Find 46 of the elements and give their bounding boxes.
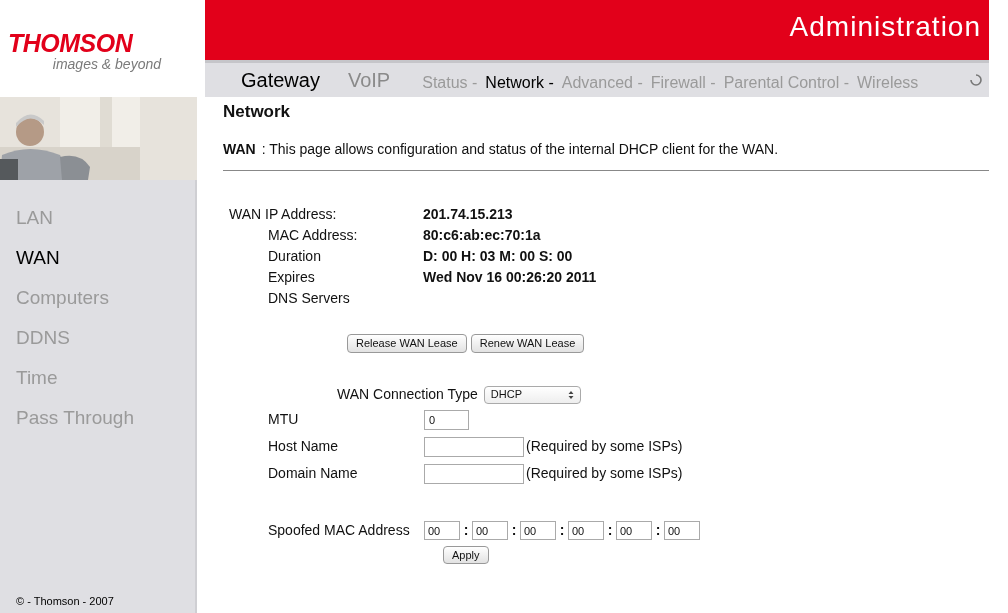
connection-type-select[interactable]: DHCP bbox=[483, 385, 581, 404]
logo-wordmark: THOMSON bbox=[8, 29, 133, 56]
separator-text: : bbox=[462, 521, 470, 540]
status-value: D: 00 H: 03 M: 00 S: 00 bbox=[423, 247, 573, 266]
mac-part-field[interactable]: 00 bbox=[664, 521, 700, 540]
field-note: (Required by some ISPs) bbox=[526, 437, 683, 456]
lease-button[interactable]: Renew WAN Lease bbox=[470, 334, 585, 353]
status-value: 80:c6:ab:ec:70:1a bbox=[423, 226, 541, 245]
status-label: Expires bbox=[267, 268, 316, 287]
separator-text: : bbox=[654, 521, 662, 540]
field-label: WAN Connection Type bbox=[337, 385, 478, 404]
separator-text: : bbox=[510, 521, 518, 540]
mac-part-field[interactable]: 00 bbox=[616, 521, 652, 540]
separator-text: : bbox=[558, 521, 566, 540]
field-label: Spoofed MAC Address bbox=[267, 521, 411, 540]
lease-button[interactable]: Release WAN Lease bbox=[347, 334, 467, 353]
text-field[interactable]: 0 bbox=[424, 409, 469, 430]
apply-button[interactable]: Apply bbox=[443, 546, 489, 564]
field-label: Host Name bbox=[267, 437, 340, 456]
text-field[interactable] bbox=[424, 436, 524, 457]
mac-part-field[interactable]: 00 bbox=[568, 521, 604, 540]
status-value: 201.74.15.213 bbox=[423, 205, 513, 224]
page-title: Network bbox=[223, 102, 292, 122]
status-value: Wed Nov 16 00:26:20 2011 bbox=[423, 268, 597, 287]
status-label: WAN IP Address: bbox=[228, 205, 338, 224]
text-field[interactable] bbox=[424, 463, 524, 484]
field-label: MTU bbox=[267, 410, 300, 429]
sidebar-item[interactable]: WAN bbox=[16, 244, 195, 271]
mac-part-field[interactable]: 00 bbox=[520, 521, 556, 540]
mac-part-field[interactable]: 00 bbox=[424, 521, 460, 540]
mac-part-field[interactable]: 00 bbox=[472, 521, 508, 540]
updown-icon bbox=[567, 389, 574, 400]
header-title: Administration bbox=[789, 10, 981, 44]
status-label: DNS Servers bbox=[267, 289, 351, 308]
main-tab[interactable]: Gateway bbox=[241, 65, 320, 95]
status-label: Duration bbox=[267, 247, 322, 266]
nav-link[interactable]: Network - bbox=[485, 71, 554, 95]
field-note: (Required by some ISPs) bbox=[526, 464, 683, 483]
separator-text: : bbox=[606, 521, 614, 540]
field-label: Domain Name bbox=[267, 464, 359, 483]
section-description: : This page allows configuration and status of the internal DHCP client for the WAN. bbox=[261, 140, 779, 159]
copyright-text: © - Thomson - 2007 bbox=[15, 593, 115, 609]
section-name: WAN bbox=[223, 140, 256, 159]
status-label: MAC Address: bbox=[267, 226, 359, 245]
spinner-icon bbox=[969, 73, 983, 87]
logo-tagline: images & beyond bbox=[52, 55, 161, 72]
